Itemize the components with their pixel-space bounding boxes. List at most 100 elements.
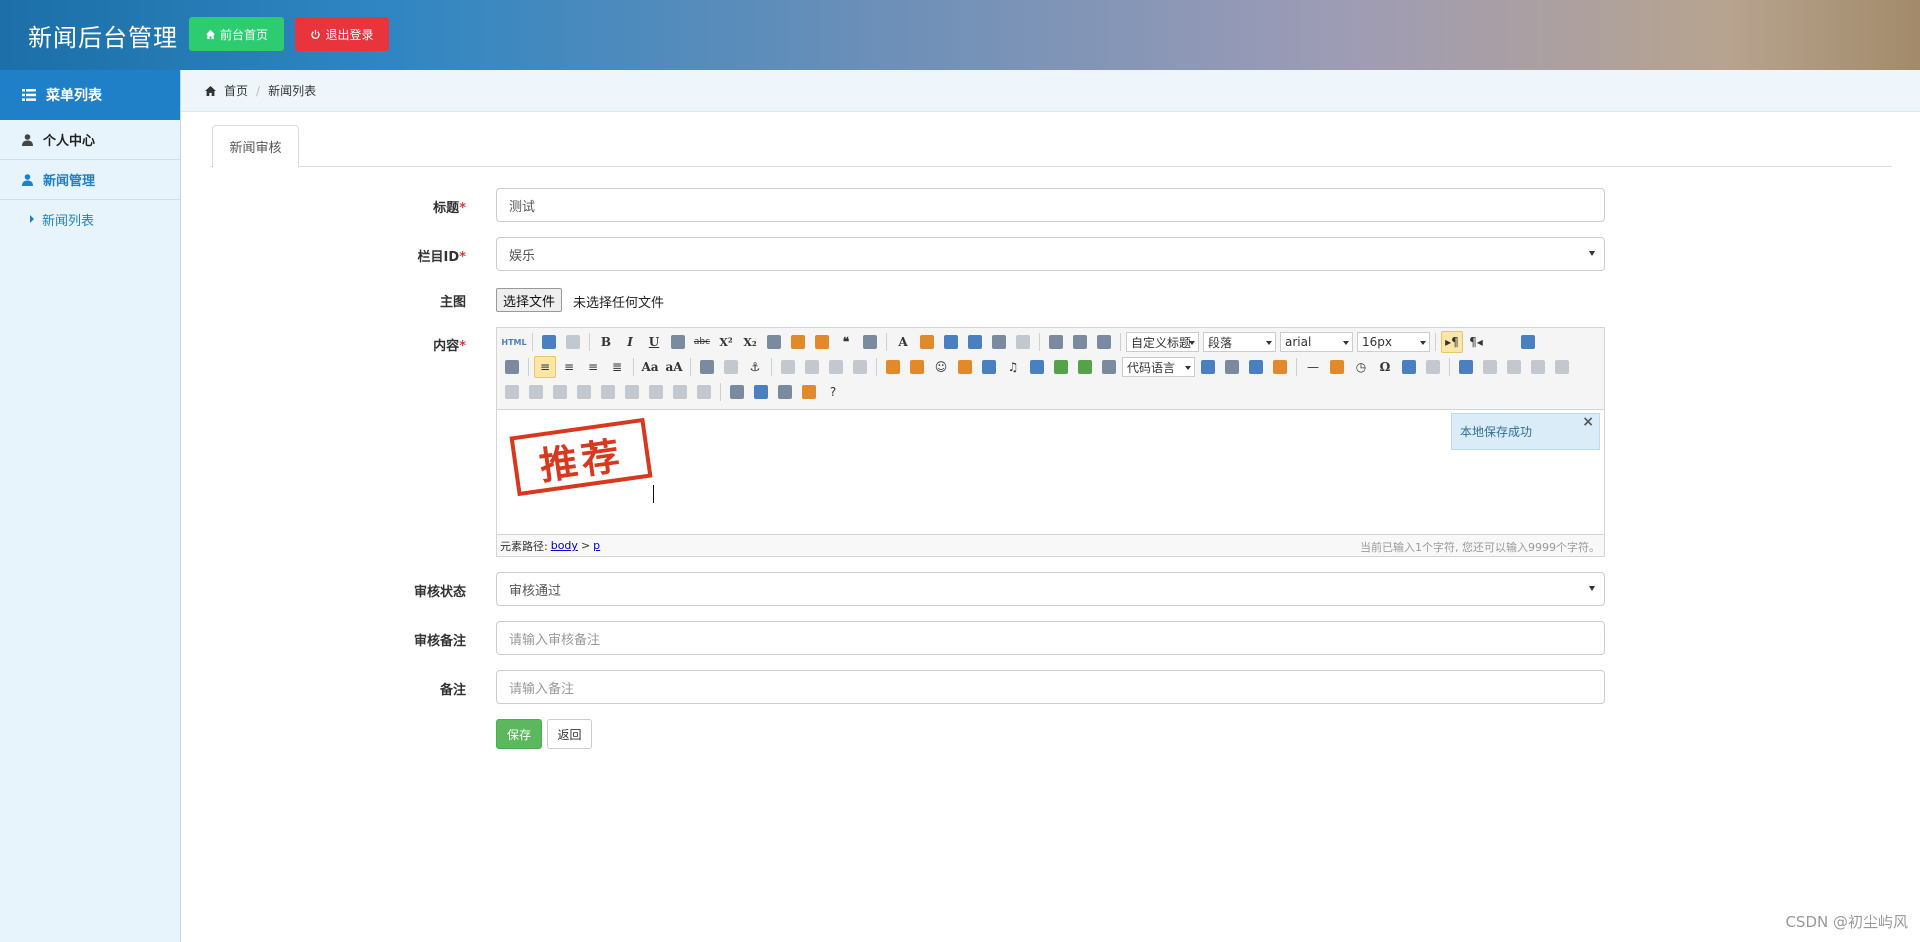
uppercase-button[interactable]: Aa [639, 356, 661, 378]
align-justify-button[interactable]: ≣ [606, 356, 628, 378]
font-border-button[interactable] [667, 331, 689, 353]
help-button[interactable]: ? [822, 381, 844, 403]
code-language-select[interactable]: 代码语言 [1122, 357, 1195, 377]
review-status-select[interactable]: 审核通过 [496, 572, 1605, 606]
chart-button[interactable] [693, 381, 715, 403]
strikethrough-button[interactable]: abc [691, 331, 713, 353]
custom-heading-select[interactable]: 自定义标题 [1126, 332, 1199, 352]
emotion-button[interactable]: ☺ [930, 356, 952, 378]
close-icon[interactable]: × [1582, 414, 1594, 430]
preview-page-button[interactable] [750, 381, 772, 403]
remove-format-button[interactable] [763, 331, 785, 353]
line-height-button[interactable] [1093, 331, 1115, 353]
underline-button[interactable]: U [643, 331, 665, 353]
image-center-button[interactable] [849, 356, 871, 378]
tab-news-review[interactable]: 新闻审核 [212, 125, 299, 168]
gmap-button[interactable] [1074, 356, 1096, 378]
direction-ltr-button[interactable]: ▸¶ [1441, 331, 1463, 353]
print-button[interactable] [726, 381, 748, 403]
row-spacing-top-button[interactable] [1045, 331, 1067, 353]
search-replace-button[interactable] [1398, 356, 1420, 378]
image-right-button[interactable] [825, 356, 847, 378]
font-color-button[interactable]: A [892, 331, 914, 353]
unordered-list-button[interactable] [964, 331, 986, 353]
image-left-button[interactable] [801, 356, 823, 378]
clear-doc-button[interactable] [1012, 331, 1034, 353]
path-p-link[interactable]: p [593, 539, 600, 552]
insert-video-button[interactable] [978, 356, 1000, 378]
draft-button[interactable] [774, 381, 796, 403]
merge-right-button[interactable] [573, 381, 595, 403]
drafts-button[interactable] [798, 381, 820, 403]
background-color-button[interactable] [916, 331, 938, 353]
split-cols-button[interactable] [669, 381, 691, 403]
merge-cells-button[interactable] [549, 381, 571, 403]
note-input[interactable]: 请输入备注 [496, 670, 1605, 704]
review-note-input[interactable]: 请输入审核备注 [496, 621, 1605, 655]
preview-button[interactable] [1517, 331, 1539, 353]
align-center-button[interactable]: ≡ [558, 356, 580, 378]
delete-col-button[interactable] [525, 381, 547, 403]
split-cells-button[interactable] [621, 381, 643, 403]
format-match-button[interactable] [787, 331, 809, 353]
source-html-button[interactable]: HTML [501, 331, 527, 353]
redo-button[interactable] [562, 331, 584, 353]
blockquote-button[interactable]: ❝ [835, 331, 857, 353]
save-button[interactable]: 保存 [496, 719, 542, 749]
special-chars-button[interactable]: Ω [1374, 356, 1396, 378]
font-family-select[interactable]: arial [1280, 332, 1353, 352]
anchor-button[interactable]: ⚓ [744, 356, 766, 378]
back-button[interactable]: 返回 [547, 719, 592, 749]
editor-content-area[interactable]: 推荐 本地保存成功 × [497, 410, 1604, 534]
unlink-button[interactable] [720, 356, 742, 378]
ordered-list-button[interactable] [940, 331, 962, 353]
column-select[interactable]: 娱乐 [496, 237, 1605, 271]
map-button[interactable] [1050, 356, 1072, 378]
indent-button[interactable] [501, 356, 523, 378]
merge-down-button[interactable] [597, 381, 619, 403]
insert-image-button[interactable] [906, 356, 928, 378]
insert-frame-button[interactable] [1098, 356, 1120, 378]
undo-button[interactable] [538, 331, 560, 353]
frontend-home-button[interactable]: 前台首页 [189, 17, 284, 51]
page-break-button[interactable] [1221, 356, 1243, 378]
insert-row-button[interactable] [1527, 356, 1549, 378]
music-button[interactable]: ♫ [1002, 356, 1024, 378]
delete-row-button[interactable] [1551, 356, 1573, 378]
auto-typeset-button[interactable] [811, 331, 833, 353]
subscript-button[interactable]: X₂ [739, 331, 761, 353]
align-right-button[interactable]: ≡ [582, 356, 604, 378]
font-size-select[interactable]: 16px [1357, 332, 1430, 352]
date-button[interactable] [1326, 356, 1348, 378]
simple-upload-button[interactable] [882, 356, 904, 378]
background-button[interactable] [1269, 356, 1291, 378]
horizontal-rule-button[interactable]: — [1302, 356, 1324, 378]
bold-button[interactable]: B [595, 331, 617, 353]
logout-button[interactable]: 退出登录 [295, 17, 389, 51]
superscript-button[interactable]: X² [715, 331, 737, 353]
lowercase-button[interactable]: aA [663, 356, 685, 378]
direction-rtl-button[interactable]: ¶◂ [1465, 331, 1487, 353]
italic-button[interactable]: I [619, 331, 641, 353]
path-body-link[interactable]: body [551, 539, 578, 552]
sidebar-item-personal-center[interactable]: 个人中心 [0, 120, 180, 160]
time-button[interactable]: ◷ [1350, 356, 1372, 378]
sidebar-subitem-news-list[interactable]: 新闻列表 [0, 200, 180, 238]
link-button[interactable] [696, 356, 718, 378]
insert-paragraph-before-table-button[interactable] [1503, 356, 1525, 378]
insert-col-button[interactable] [501, 381, 523, 403]
select-all-button[interactable] [988, 331, 1010, 353]
attachment-button[interactable] [1026, 356, 1048, 378]
breadcrumb-home[interactable]: 首页 [224, 82, 248, 99]
paste-plain-button[interactable] [859, 331, 881, 353]
web-app-button[interactable] [1197, 356, 1219, 378]
choose-file-button[interactable]: 选择文件 [496, 288, 563, 312]
paragraph-select[interactable]: 段落 [1203, 332, 1276, 352]
align-left-button[interactable]: ≡ [534, 356, 556, 378]
insert-table-button[interactable] [1455, 356, 1477, 378]
scrawl-button[interactable] [954, 356, 976, 378]
delete-table-button[interactable] [1479, 356, 1501, 378]
split-rows-button[interactable] [645, 381, 667, 403]
image-none-button[interactable] [777, 356, 799, 378]
snapscreen-button[interactable] [1422, 356, 1444, 378]
